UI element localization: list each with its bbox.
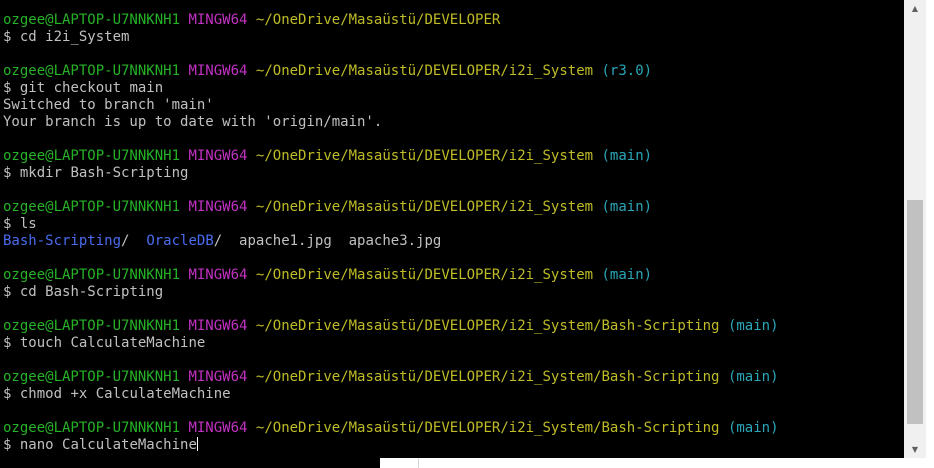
command-line: $ touch CalculateMachine — [3, 335, 779, 352]
prompt-shell-name: MINGW64 — [188, 63, 248, 79]
prompt-shell-name: MINGW64 — [188, 318, 248, 334]
prompt-symbol: $ — [3, 335, 12, 351]
command-line[interactable]: $ nano CalculateMachine — [3, 437, 779, 454]
terminal-window[interactable]: ozgee@LAPTOP-U7NNKNH1 MINGW64 ~/OneDrive… — [0, 0, 904, 468]
entry-gap — [332, 233, 349, 249]
prompt-path: ~/OneDrive/Masaüstü/DEVELOPER/i2i_System… — [255, 420, 720, 436]
window-edge — [926, 0, 934, 468]
command-text: cd Bash-Scripting — [19, 284, 164, 300]
prompt-shell-name: MINGW64 — [188, 148, 248, 164]
prompt-path: ~/OneDrive/Masaüstü/DEVELOPER/i2i_System — [255, 199, 594, 215]
prompt-git-branch: (r3.0) — [601, 63, 653, 79]
prompt-shell-name: MINGW64 — [188, 199, 248, 215]
prompt-path: ~/OneDrive/Masaüstü/DEVELOPER — [255, 12, 501, 28]
prompt-shell-name: MINGW64 — [188, 12, 248, 28]
taskbar-divider — [418, 458, 419, 468]
prompt-git-branch: (main) — [727, 318, 779, 334]
prompt-shell-name: MINGW64 — [188, 420, 248, 436]
prompt-header-line: ozgee@LAPTOP-U7NNKNH1 MINGW64 ~/OneDrive… — [3, 63, 779, 80]
prompt-shell-name: MINGW64 — [188, 369, 248, 385]
prompt-header-line: ozgee@LAPTOP-U7NNKNH1 MINGW64 ~/OneDrive… — [3, 369, 779, 386]
prompt-header-line: ozgee@LAPTOP-U7NNKNH1 MINGW64 ~/OneDrive… — [3, 199, 779, 216]
scroll-up-icon[interactable]: ▲ — [904, 0, 926, 17]
prompt-user-host: ozgee@LAPTOP-U7NNKNH1 — [3, 420, 181, 436]
command-output-line: Switched to branch 'main' — [3, 97, 214, 113]
prompt-git-branch: (main) — [727, 369, 779, 385]
prompt-symbol: $ — [3, 216, 12, 232]
command-text: ls — [19, 216, 37, 232]
prompt-user-host: ozgee@LAPTOP-U7NNKNH1 — [3, 199, 181, 215]
command-text: git checkout main — [19, 80, 164, 96]
prompt-symbol: $ — [3, 386, 12, 402]
prompt-header-line: ozgee@LAPTOP-U7NNKNH1 MINGW64 ~/OneDrive… — [3, 148, 779, 165]
command-line: $ chmod +x CalculateMachine — [3, 386, 779, 403]
command-output-line: Your branch is up to date with 'origin/m… — [3, 114, 383, 130]
command-line: $ ls — [3, 216, 779, 233]
ls-listing-line: Bash-Scripting/ OracleDB/ apache1.jpg ap… — [3, 233, 779, 250]
command-text: cd i2i_System — [19, 29, 130, 45]
prompt-user-host: ozgee@LAPTOP-U7NNKNH1 — [3, 318, 181, 334]
prompt-symbol: $ — [3, 80, 12, 96]
prompt-path: ~/OneDrive/Masaüstü/DEVELOPER/i2i_System — [255, 63, 594, 79]
text-cursor — [196, 437, 198, 451]
scrollbar-thumb[interactable] — [907, 200, 923, 424]
prompt-user-host: ozgee@LAPTOP-U7NNKNH1 — [3, 267, 181, 283]
command-line: $ cd Bash-Scripting — [3, 284, 779, 301]
vertical-scrollbar[interactable]: ▲ ▼ — [904, 0, 926, 458]
prompt-header-line: ozgee@LAPTOP-U7NNKNH1 MINGW64 ~/OneDrive… — [3, 12, 779, 29]
prompt-symbol: $ — [3, 284, 12, 300]
file-entry: apache3.jpg — [348, 233, 442, 249]
prompt-git-branch: (main) — [601, 267, 653, 283]
prompt-user-host: ozgee@LAPTOP-U7NNKNH1 — [3, 369, 181, 385]
prompt-git-branch: (main) — [601, 148, 653, 164]
command-text: chmod +x CalculateMachine — [19, 386, 231, 402]
prompt-symbol: $ — [3, 29, 12, 45]
dir-suffix: / — [213, 233, 223, 249]
prompt-user-host: ozgee@LAPTOP-U7NNKNH1 — [3, 63, 181, 79]
command-line: $ cd i2i_System — [3, 29, 779, 46]
command-line: $ mkdir Bash-Scripting — [3, 165, 779, 182]
command-line: $ git checkout main — [3, 80, 779, 97]
prompt-git-branch: (main) — [601, 199, 653, 215]
prompt-path: ~/OneDrive/Masaüstü/DEVELOPER/i2i_System… — [255, 369, 720, 385]
prompt-header-line: ozgee@LAPTOP-U7NNKNH1 MINGW64 ~/OneDrive… — [3, 318, 779, 335]
entry-gap — [129, 233, 146, 249]
prompt-git-branch: (main) — [727, 420, 779, 436]
command-text: nano CalculateMachine — [19, 437, 197, 453]
prompt-symbol: $ — [3, 437, 12, 453]
prompt-user-host: ozgee@LAPTOP-U7NNKNH1 — [3, 12, 181, 28]
prompt-shell-name: MINGW64 — [188, 267, 248, 283]
command-text: touch CalculateMachine — [19, 335, 206, 351]
prompt-header-line: ozgee@LAPTOP-U7NNKNH1 MINGW64 ~/OneDrive… — [3, 267, 779, 284]
terminal-output: ozgee@LAPTOP-U7NNKNH1 MINGW64 ~/OneDrive… — [3, 12, 779, 454]
taskbar-strip — [380, 458, 934, 468]
prompt-path: ~/OneDrive/Masaüstü/DEVELOPER/i2i_System… — [255, 318, 720, 334]
prompt-symbol: $ — [3, 165, 12, 181]
entry-gap — [222, 233, 239, 249]
directory-entry: OracleDB — [146, 233, 214, 249]
file-entry: apache1.jpg — [239, 233, 332, 249]
prompt-path: ~/OneDrive/Masaüstü/DEVELOPER/i2i_System — [255, 267, 594, 283]
directory-entry: Bash-Scripting — [3, 233, 122, 249]
prompt-path: ~/OneDrive/Masaüstü/DEVELOPER/i2i_System — [255, 148, 594, 164]
prompt-user-host: ozgee@LAPTOP-U7NNKNH1 — [3, 148, 181, 164]
prompt-header-line: ozgee@LAPTOP-U7NNKNH1 MINGW64 ~/OneDrive… — [3, 420, 779, 437]
command-text: mkdir Bash-Scripting — [19, 165, 189, 181]
scroll-down-icon[interactable]: ▼ — [904, 441, 926, 458]
